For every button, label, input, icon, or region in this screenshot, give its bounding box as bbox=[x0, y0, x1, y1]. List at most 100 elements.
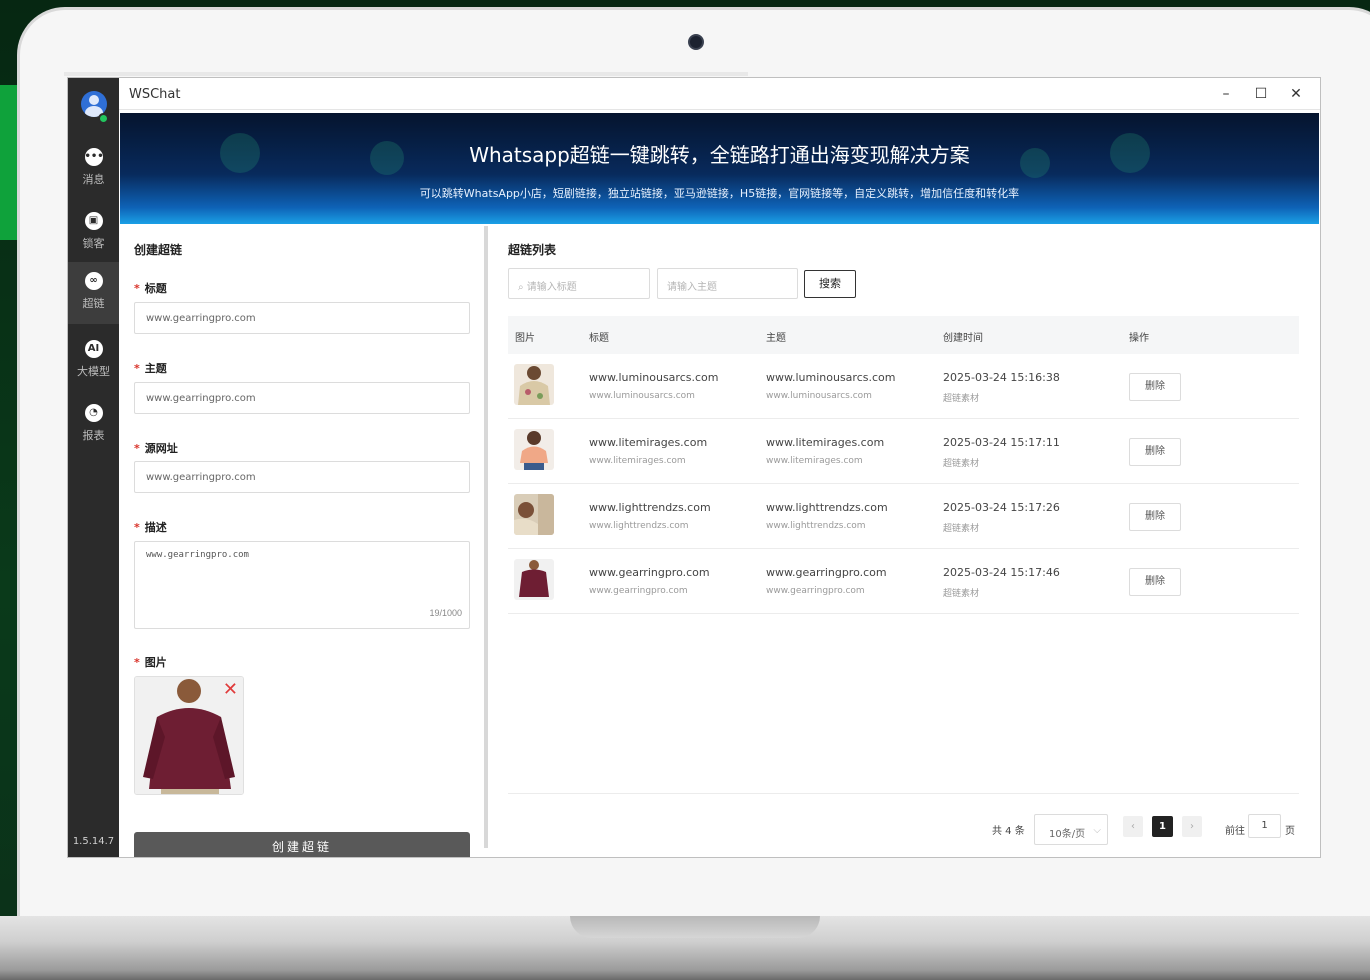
banner-subtitle: 可以跳转WhatsApp小店，短剧链接，独立站链接，亚马逊链接，H5链接，官网链… bbox=[419, 187, 1020, 200]
row-title-sub: www.litemirages.com bbox=[589, 456, 686, 466]
window-title: WSChat bbox=[129, 87, 181, 102]
row-title[interactable]: www.luminousarcs.com bbox=[589, 371, 718, 384]
required-icon: * bbox=[134, 521, 140, 534]
page-number-current[interactable]: 1 bbox=[1152, 816, 1173, 837]
row-title-sub: www.lighttrendzs.com bbox=[589, 521, 689, 531]
lock-icon: ▣ bbox=[84, 212, 103, 230]
sidebar-item-label: 大模型 bbox=[77, 365, 110, 378]
link-table: 图片 标题 主题 创建时间 操作 www.luminousarcs.com ww… bbox=[508, 316, 1299, 614]
row-title-sub: www.luminousarcs.com bbox=[589, 391, 695, 401]
maximize-button[interactable]: ☐ bbox=[1249, 83, 1273, 105]
goto-label: 前往 bbox=[1225, 826, 1245, 837]
title-bar: WSChat – ☐ ✕ bbox=[119, 78, 1320, 110]
row-thumbnail bbox=[514, 364, 554, 405]
required-icon: * bbox=[134, 282, 140, 295]
column-header-action: 操作 bbox=[1129, 333, 1149, 344]
row-title-sub: www.gearringpro.com bbox=[589, 586, 688, 596]
sidebar-item-reports[interactable]: ◔ 报表 bbox=[68, 394, 119, 456]
page-size-select[interactable]: 10条/页 ⌵ bbox=[1034, 814, 1108, 845]
row-thumbnail bbox=[514, 429, 554, 470]
search-icon: ⌕ bbox=[518, 282, 527, 293]
description-field[interactable]: www.gearringpro.com 19/1000 bbox=[134, 541, 470, 629]
webcam-icon bbox=[688, 34, 704, 50]
report-icon: ◔ bbox=[84, 404, 103, 422]
image-label: * 图片 bbox=[134, 656, 167, 669]
screen-edge bbox=[64, 72, 748, 76]
search-button[interactable]: 搜索 bbox=[804, 270, 856, 298]
title-label: * 标题 bbox=[134, 282, 167, 295]
column-header-image: 图片 bbox=[515, 333, 535, 344]
row-thumbnail bbox=[514, 559, 554, 600]
create-link-button[interactable]: 创建超链 bbox=[134, 832, 470, 857]
row-subject-sub: www.gearringpro.com bbox=[766, 586, 865, 596]
description-label: * 描述 bbox=[134, 521, 167, 534]
row-title[interactable]: www.gearringpro.com bbox=[589, 566, 710, 579]
subject-search-input[interactable]: 请输入主题 bbox=[657, 268, 798, 299]
required-icon: * bbox=[134, 362, 140, 375]
next-page-button[interactable]: › bbox=[1182, 816, 1202, 837]
description-text: www.gearringpro.com bbox=[146, 550, 249, 560]
sidebar-item-label: 报表 bbox=[82, 429, 105, 442]
table-row: www.litemirages.com www.litemirages.com … bbox=[508, 419, 1299, 484]
sidebar-item-lock[interactable]: ▣ 锁客 bbox=[68, 202, 119, 264]
row-created-sub: 超链素材 bbox=[943, 524, 980, 534]
link-icon: ∞ bbox=[84, 272, 103, 290]
table-header: 图片 标题 主题 创建时间 操作 bbox=[508, 316, 1299, 354]
row-subject-sub: www.lighttrendzs.com bbox=[766, 521, 866, 531]
title-field[interactable]: www.gearringpro.com bbox=[134, 302, 470, 334]
row-created-time: 2025-03-24 15:17:46 bbox=[943, 566, 1060, 579]
sidebar-item-links[interactable]: ∞ 超链 bbox=[68, 262, 119, 324]
online-status-icon bbox=[98, 113, 109, 124]
row-subject: www.litemirages.com bbox=[766, 436, 885, 449]
sidebar-item-label: 锁客 bbox=[82, 237, 105, 250]
page-suffix: 页 bbox=[1285, 826, 1295, 837]
row-title[interactable]: www.litemirages.com bbox=[589, 436, 707, 449]
table-row: www.lighttrendzs.com www.lighttrendzs.co… bbox=[508, 484, 1299, 549]
title-search-input[interactable]: ⌕ 请输入标题 bbox=[508, 268, 650, 299]
delete-button[interactable]: 删除 bbox=[1129, 568, 1181, 596]
form-title: 创建超链 bbox=[134, 243, 183, 257]
required-icon: * bbox=[134, 442, 140, 455]
chat-icon: ••• bbox=[84, 148, 104, 166]
version-label: 1.5.14.7 bbox=[72, 836, 115, 847]
create-link-form: 创建超链 * 标题 www.gearringpro.com * 主题 www.gea… bbox=[120, 224, 484, 857]
source-url-label: * 源网址 bbox=[134, 442, 178, 455]
goto-page-input[interactable]: 1 bbox=[1248, 814, 1281, 838]
subject-field[interactable]: www.gearringpro.com bbox=[134, 382, 470, 414]
column-header-title: 标题 bbox=[589, 333, 609, 344]
promo-banner: Whatsapp超链一键跳转，全链路打通出海变现解决方案 可以跳转WhatsAp… bbox=[120, 113, 1319, 224]
total-count: 共 4 条 bbox=[992, 826, 1025, 837]
minimize-button[interactable]: – bbox=[1214, 83, 1238, 105]
row-created-time: 2025-03-24 15:16:38 bbox=[943, 371, 1060, 384]
delete-button[interactable]: 删除 bbox=[1129, 373, 1181, 401]
ai-icon: AI bbox=[84, 340, 103, 358]
remove-image-icon[interactable]: ✕ bbox=[223, 681, 238, 699]
required-icon: * bbox=[134, 656, 140, 669]
column-header-created: 创建时间 bbox=[943, 333, 983, 344]
table-row: www.luminousarcs.com www.luminousarcs.co… bbox=[508, 354, 1299, 419]
prev-page-button[interactable]: ‹ bbox=[1123, 816, 1143, 837]
chevron-down-icon: ⌵ bbox=[1093, 825, 1101, 836]
delete-button[interactable]: 删除 bbox=[1129, 438, 1181, 466]
close-button[interactable]: ✕ bbox=[1284, 83, 1308, 105]
row-thumbnail bbox=[514, 494, 554, 535]
uploaded-image[interactable]: ✕ bbox=[134, 676, 244, 795]
row-created-time: 2025-03-24 15:17:11 bbox=[943, 436, 1060, 449]
row-title[interactable]: www.lighttrendzs.com bbox=[589, 501, 711, 514]
laptop-hinge-notch bbox=[570, 916, 820, 938]
link-list-panel: 超链列表 ⌕ 请输入标题 请输入主题 搜索 图片 标题 主题 创建时间 操作 w… bbox=[488, 224, 1320, 857]
sidebar-item-label: 消息 bbox=[82, 173, 105, 186]
sidebar-item-label: 超链 bbox=[82, 297, 105, 310]
divider bbox=[508, 793, 1299, 794]
char-counter: 19/1000 bbox=[429, 608, 462, 618]
delete-button[interactable]: 删除 bbox=[1129, 503, 1181, 531]
row-subject: www.lighttrendzs.com bbox=[766, 501, 888, 514]
row-created-sub: 超链素材 bbox=[943, 459, 980, 469]
row-subject: www.gearringpro.com bbox=[766, 566, 887, 579]
subject-label: * 主题 bbox=[134, 362, 167, 375]
banner-title: Whatsapp超链一键跳转，全链路打通出海变现解决方案 bbox=[469, 143, 970, 167]
source-url-field[interactable]: www.gearringpro.com bbox=[134, 461, 470, 493]
list-title: 超链列表 bbox=[508, 243, 557, 257]
sidebar-item-messages[interactable]: ••• 消息 bbox=[68, 138, 119, 200]
sidebar-item-ai-model[interactable]: AI 大模型 bbox=[68, 330, 119, 392]
